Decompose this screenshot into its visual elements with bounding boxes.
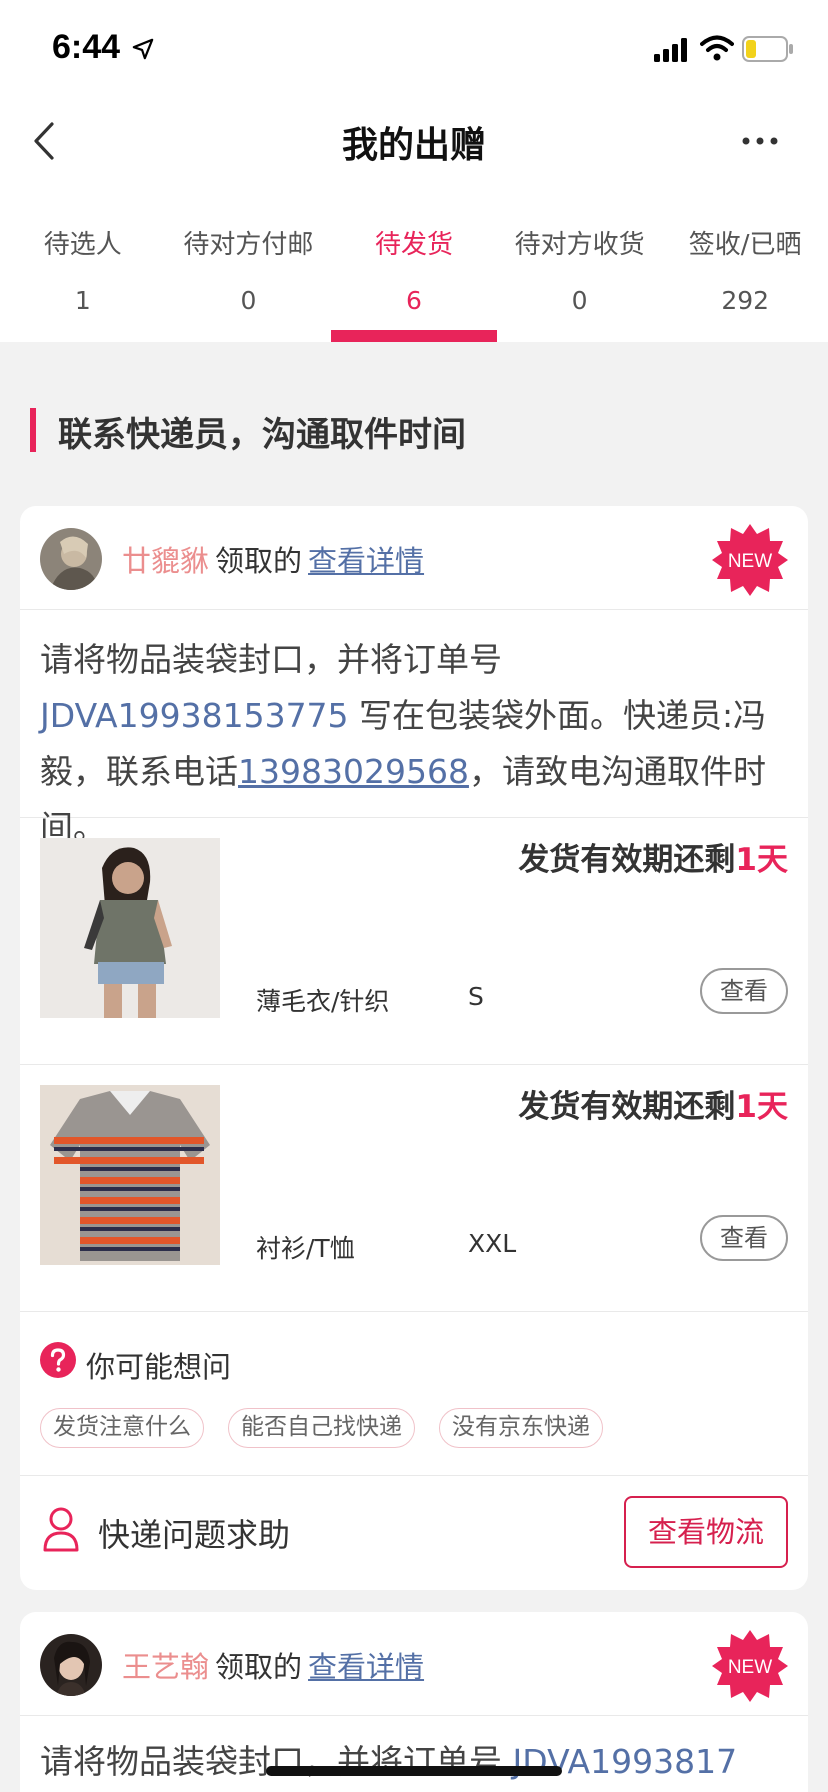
view-item-button[interactable]: 查看: [700, 968, 788, 1014]
more-dots-icon[interactable]: [740, 126, 780, 156]
tab-label: 待对方收货: [514, 230, 645, 260]
tab-count: 0: [240, 286, 257, 315]
tab-label: 待对方付邮: [183, 230, 314, 260]
tab-count: 292: [721, 286, 770, 315]
status-bar: 6:44: [0, 0, 828, 96]
deadline-text: 发货有效期还剩: [518, 842, 736, 878]
item-size: S: [468, 982, 484, 1011]
card-header-line: 王艺翰 领取的 查看详情: [122, 1644, 424, 1686]
item-category: 衬衫/T恤: [256, 1234, 355, 1263]
tab-count: 6: [406, 286, 422, 315]
tab-label: 待发货: [374, 230, 453, 260]
tab-pending-shipment[interactable]: 待发货 6: [331, 186, 497, 342]
faq-chip[interactable]: 发货注意什么: [40, 1408, 204, 1448]
new-badge-icon: NEW: [712, 1630, 788, 1702]
deadline-value: 1天: [735, 842, 788, 878]
new-badge-text: NEW: [728, 1657, 772, 1678]
view-details-link[interactable]: 查看详情: [308, 544, 424, 578]
signal-icon: [654, 38, 687, 62]
shipping-instructions: 请将物品装袋封口，并将订单号 JDVA1993817: [20, 1716, 808, 1792]
deadline-text: 发货有效期还剩: [518, 1089, 736, 1125]
view-item-button[interactable]: 查看: [700, 1215, 788, 1261]
card-header-line: 廿貔貅 领取的 查看详情: [122, 538, 424, 580]
faq-chip[interactable]: 能否自己找快递: [228, 1408, 415, 1448]
shipping-deadline: 发货有效期还剩1天: [518, 834, 788, 879]
avatar[interactable]: [40, 528, 102, 590]
new-badge-text: NEW: [728, 551, 772, 572]
wifi-icon: [700, 35, 734, 61]
tab-count: 1: [74, 286, 91, 315]
view-details-link[interactable]: 查看详情: [308, 1650, 424, 1684]
item-size: XXL: [468, 1229, 517, 1258]
section-accent-bar: [30, 408, 36, 452]
item-photo[interactable]: [40, 838, 220, 1018]
courier-help-row: 快递问题求助 查看物流: [20, 1476, 808, 1587]
card-header: 廿貔貅 领取的 查看详情 NEW: [20, 506, 808, 610]
tab-pending-receipt[interactable]: 待对方收货 0: [497, 186, 663, 342]
tab-count: 0: [571, 286, 588, 315]
tab-label: 签收/已晒: [688, 230, 802, 260]
nav-bar: 我的出赠: [0, 96, 828, 186]
active-tab-indicator: [331, 330, 497, 342]
tab-label: 待选人: [43, 230, 122, 260]
status-time: 6:44: [52, 28, 121, 66]
view-logistics-button[interactable]: 查看物流: [624, 1496, 788, 1568]
tab-pending-postage[interactable]: 待对方付邮 0: [166, 186, 332, 342]
claimed-label: 领取的: [215, 1650, 303, 1684]
order-number: JDVA19938153775: [40, 696, 349, 735]
shipping-instructions: 请将物品装袋封口，并将订单号 JDVA19938153775 写在包装袋外面。快…: [20, 610, 808, 847]
home-indicator[interactable]: [266, 1766, 562, 1776]
page-title: 我的出赠: [341, 125, 486, 166]
tab-pending-select[interactable]: 待选人 1: [0, 186, 166, 342]
list-item: 发货有效期还剩1天 薄毛衣/针织 S 查看: [20, 818, 808, 1065]
faq-chips: 发货注意什么 能否自己找快递 没有京东快递: [40, 1408, 603, 1448]
person-icon: [43, 1507, 79, 1552]
faq-title: 你可能想问: [86, 1350, 232, 1384]
new-badge-icon: NEW: [712, 524, 788, 596]
deadline-value: 1天: [735, 1089, 788, 1125]
faq-section: 你可能想问 发货注意什么 能否自己找快递 没有京东快递: [20, 1312, 808, 1476]
question-circle-icon: [40, 1342, 76, 1378]
courier-help-label[interactable]: 快递问题求助: [98, 1510, 290, 1556]
avatar[interactable]: [40, 1634, 102, 1696]
courier-phone-link[interactable]: 13983029568: [238, 752, 469, 791]
item-photo[interactable]: [40, 1085, 220, 1265]
order-card: 王艺翰 领取的 查看详情 NEW 请将物品装袋封口，并将订单号 JDVA199381…: [20, 1612, 808, 1792]
order-card: 廿貔貅 领取的 查看详情 NEW 请将物品装袋封口，并将订单号 JDVA199381…: [20, 506, 808, 1590]
section-title: 联系快递员，沟通取件时间: [58, 415, 466, 455]
instr-text: 请将物品装袋封口，并将订单号: [40, 640, 502, 679]
battery-icon: [742, 36, 793, 62]
list-item: 发货有效期还剩1天 衬衫/T恤 XXL 查看: [20, 1065, 808, 1312]
location-arrow-icon: [132, 38, 154, 60]
status-tabs: 待选人 1 待对方付邮 0 待发货 6 待对方收货 0 签收/已晒 292: [0, 186, 828, 342]
faq-chip[interactable]: 没有京东快递: [439, 1408, 603, 1448]
item-category: 薄毛衣/针织: [256, 987, 390, 1016]
claimed-label: 领取的: [215, 544, 303, 578]
recipient-nickname[interactable]: 王艺翰: [122, 1650, 209, 1684]
shipping-deadline: 发货有效期还剩1天: [518, 1081, 788, 1126]
card-header: 王艺翰 领取的 查看详情 NEW: [20, 1612, 808, 1716]
tab-received[interactable]: 签收/已晒 292: [662, 186, 828, 342]
recipient-nickname[interactable]: 廿貔貅: [122, 544, 209, 578]
